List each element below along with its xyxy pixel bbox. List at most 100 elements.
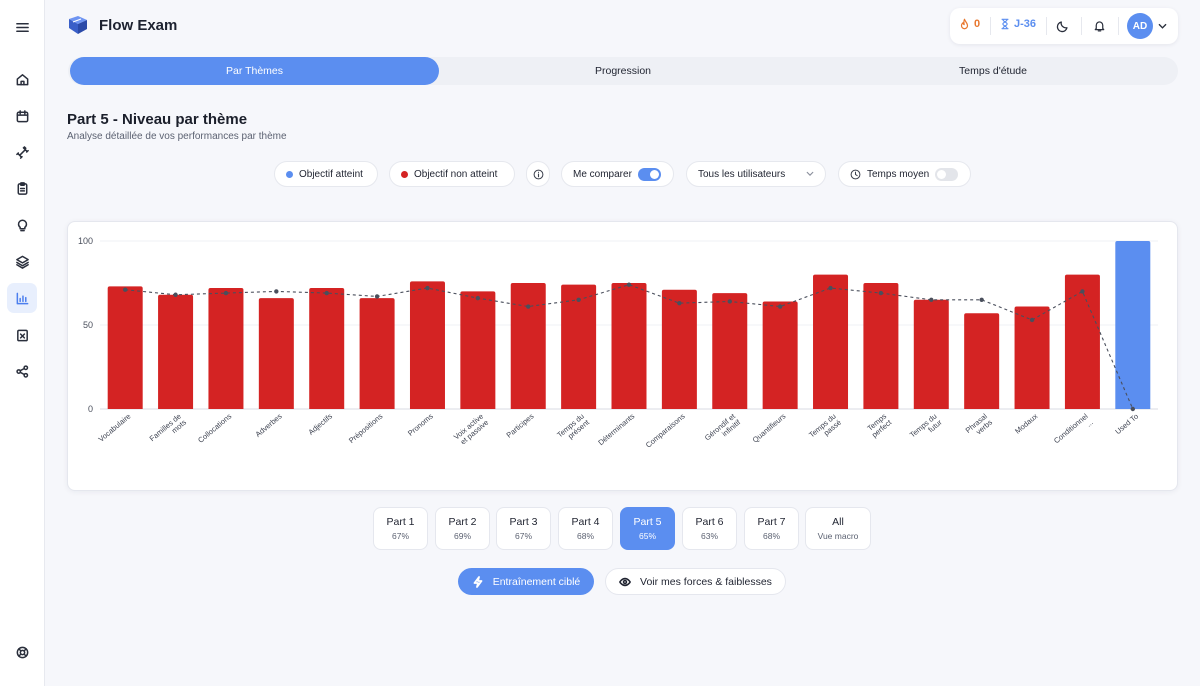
home-icon[interactable] <box>7 64 37 94</box>
menu-icon[interactable] <box>7 12 37 42</box>
y-tick-label: 0 <box>88 404 93 414</box>
average-point-13[interactable] <box>727 299 732 304</box>
part-button-3[interactable]: Part 3 67% <box>496 507 551 550</box>
bar-5[interactable] <box>309 288 345 409</box>
part-name: Part 6 <box>695 516 724 528</box>
average-point-5[interactable] <box>324 290 329 296</box>
part-name: Part 2 <box>448 516 477 528</box>
compare-toggle[interactable]: Me comparer <box>561 161 674 187</box>
lightning-icon <box>473 575 483 588</box>
average-point-9[interactable] <box>526 304 531 309</box>
average-point-2[interactable] <box>173 292 178 297</box>
streak-counter[interactable]: 0 <box>959 18 980 30</box>
average-point-11[interactable] <box>626 282 632 287</box>
bar-4[interactable] <box>258 298 294 409</box>
part-percentage: 63% <box>700 531 718 541</box>
legend-not-met-label: Objectif non atteint <box>414 168 498 180</box>
avg-time-toggle[interactable]: Temps moyen <box>838 161 971 187</box>
average-point-15[interactable] <box>828 285 833 291</box>
tab-par-themes[interactable]: Par Thèmes <box>70 57 439 85</box>
x-tick-label: Pronoms <box>406 411 435 437</box>
dumbbell-icon[interactable] <box>7 137 37 167</box>
chevron-down-icon[interactable] <box>1158 22 1167 30</box>
average-point-4[interactable] <box>274 289 279 294</box>
bar-21[interactable] <box>1115 241 1151 409</box>
x-tick-label: Prépositions <box>347 411 385 445</box>
compare-label: Me comparer <box>573 168 632 180</box>
legend-objectif-atteint[interactable]: Objectif atteint <box>274 161 378 187</box>
app-name: Flow Exam <box>99 16 178 34</box>
bar-10[interactable] <box>561 284 597 409</box>
part-button-2[interactable]: Part 2 69% <box>435 507 490 550</box>
divider <box>1081 17 1082 35</box>
bar-12[interactable] <box>661 289 697 409</box>
avatar[interactable]: AD <box>1127 13 1153 39</box>
brand[interactable]: Flow Exam <box>66 14 177 36</box>
bar-7[interactable] <box>409 281 445 409</box>
average-point-21[interactable] <box>1130 406 1136 412</box>
strengths-weaknesses-button[interactable]: Voir mes forces & faiblesses <box>605 568 786 595</box>
part-button-7[interactable]: Part 7 68% <box>744 507 799 550</box>
divider <box>1046 17 1047 35</box>
bar-6[interactable] <box>359 298 395 409</box>
part-button-4[interactable]: Part 4 68% <box>558 507 613 550</box>
part-button-6[interactable]: Part 6 63% <box>682 507 737 550</box>
help-icon[interactable] <box>7 637 37 667</box>
bar-9[interactable] <box>510 283 546 409</box>
bar-13[interactable] <box>712 293 748 409</box>
average-point-16[interactable] <box>878 290 884 296</box>
part-button-1[interactable]: Part 1 67% <box>373 507 428 550</box>
avg-time-switch[interactable] <box>935 167 959 181</box>
part-percentage: 67% <box>391 531 409 541</box>
average-point-17[interactable] <box>929 297 934 302</box>
bar-3[interactable] <box>208 288 244 409</box>
part-percentage: 67% <box>514 531 532 541</box>
part-button-5[interactable]: Part 5 65% <box>620 507 675 550</box>
logo-icon <box>69 16 87 34</box>
moon-icon[interactable] <box>1056 19 1070 33</box>
bar-1[interactable] <box>107 286 143 409</box>
layers-icon[interactable] <box>7 246 37 276</box>
bar-16[interactable] <box>863 283 899 409</box>
view-tabs: Par Thèmes Progression Temps d'étude <box>68 57 1178 85</box>
bar-14[interactable] <box>762 301 798 409</box>
tab-progression[interactable]: Progression <box>438 57 808 85</box>
bell-icon[interactable] <box>1093 19 1106 33</box>
average-point-18[interactable] <box>979 297 984 302</box>
exam-countdown[interactable]: J-36 <box>1000 18 1036 30</box>
average-point-14[interactable] <box>777 304 783 309</box>
bar-17[interactable] <box>913 299 949 409</box>
lightbulb-icon[interactable] <box>7 210 37 240</box>
bar-18[interactable] <box>964 313 1000 409</box>
bar-2[interactable] <box>158 294 194 409</box>
average-point-19[interactable] <box>1029 317 1035 323</box>
average-point-8[interactable] <box>475 295 481 301</box>
average-point-20[interactable] <box>1080 289 1085 294</box>
exam-icon[interactable] <box>7 320 37 350</box>
average-point-12[interactable] <box>677 300 682 306</box>
x-tick-label: Modaux <box>1013 411 1039 435</box>
info-button[interactable] <box>526 161 550 187</box>
clipboard-icon[interactable] <box>7 173 37 203</box>
calendar-icon[interactable] <box>7 101 37 131</box>
legend-met-label: Objectif atteint <box>299 168 363 180</box>
average-point-6[interactable] <box>374 294 380 299</box>
bar-8[interactable] <box>460 291 496 409</box>
bar-20[interactable] <box>1064 274 1100 409</box>
part-button-8[interactable]: All Vue macro <box>805 507 871 550</box>
average-point-1[interactable] <box>122 287 128 292</box>
targeted-training-button[interactable]: Entraînement ciblé <box>458 568 594 595</box>
bar-chart-icon[interactable] <box>7 283 37 313</box>
compare-switch[interactable] <box>637 167 661 181</box>
bar-15[interactable] <box>813 274 849 409</box>
average-point-10[interactable] <box>576 297 581 302</box>
x-tick-label: Adverbes <box>254 411 284 438</box>
tab-temps-etude[interactable]: Temps d'étude <box>808 57 1178 85</box>
average-point-7[interactable] <box>425 285 430 291</box>
users-select[interactable]: Tous les utilisateurs <box>686 161 826 187</box>
average-point-3[interactable] <box>223 290 229 296</box>
users-select-value: Tous les utilisateurs <box>698 168 786 180</box>
share-icon[interactable] <box>7 356 37 386</box>
legend-objectif-non-atteint[interactable]: Objectif non atteint <box>389 161 515 187</box>
bar-11[interactable] <box>611 283 647 409</box>
